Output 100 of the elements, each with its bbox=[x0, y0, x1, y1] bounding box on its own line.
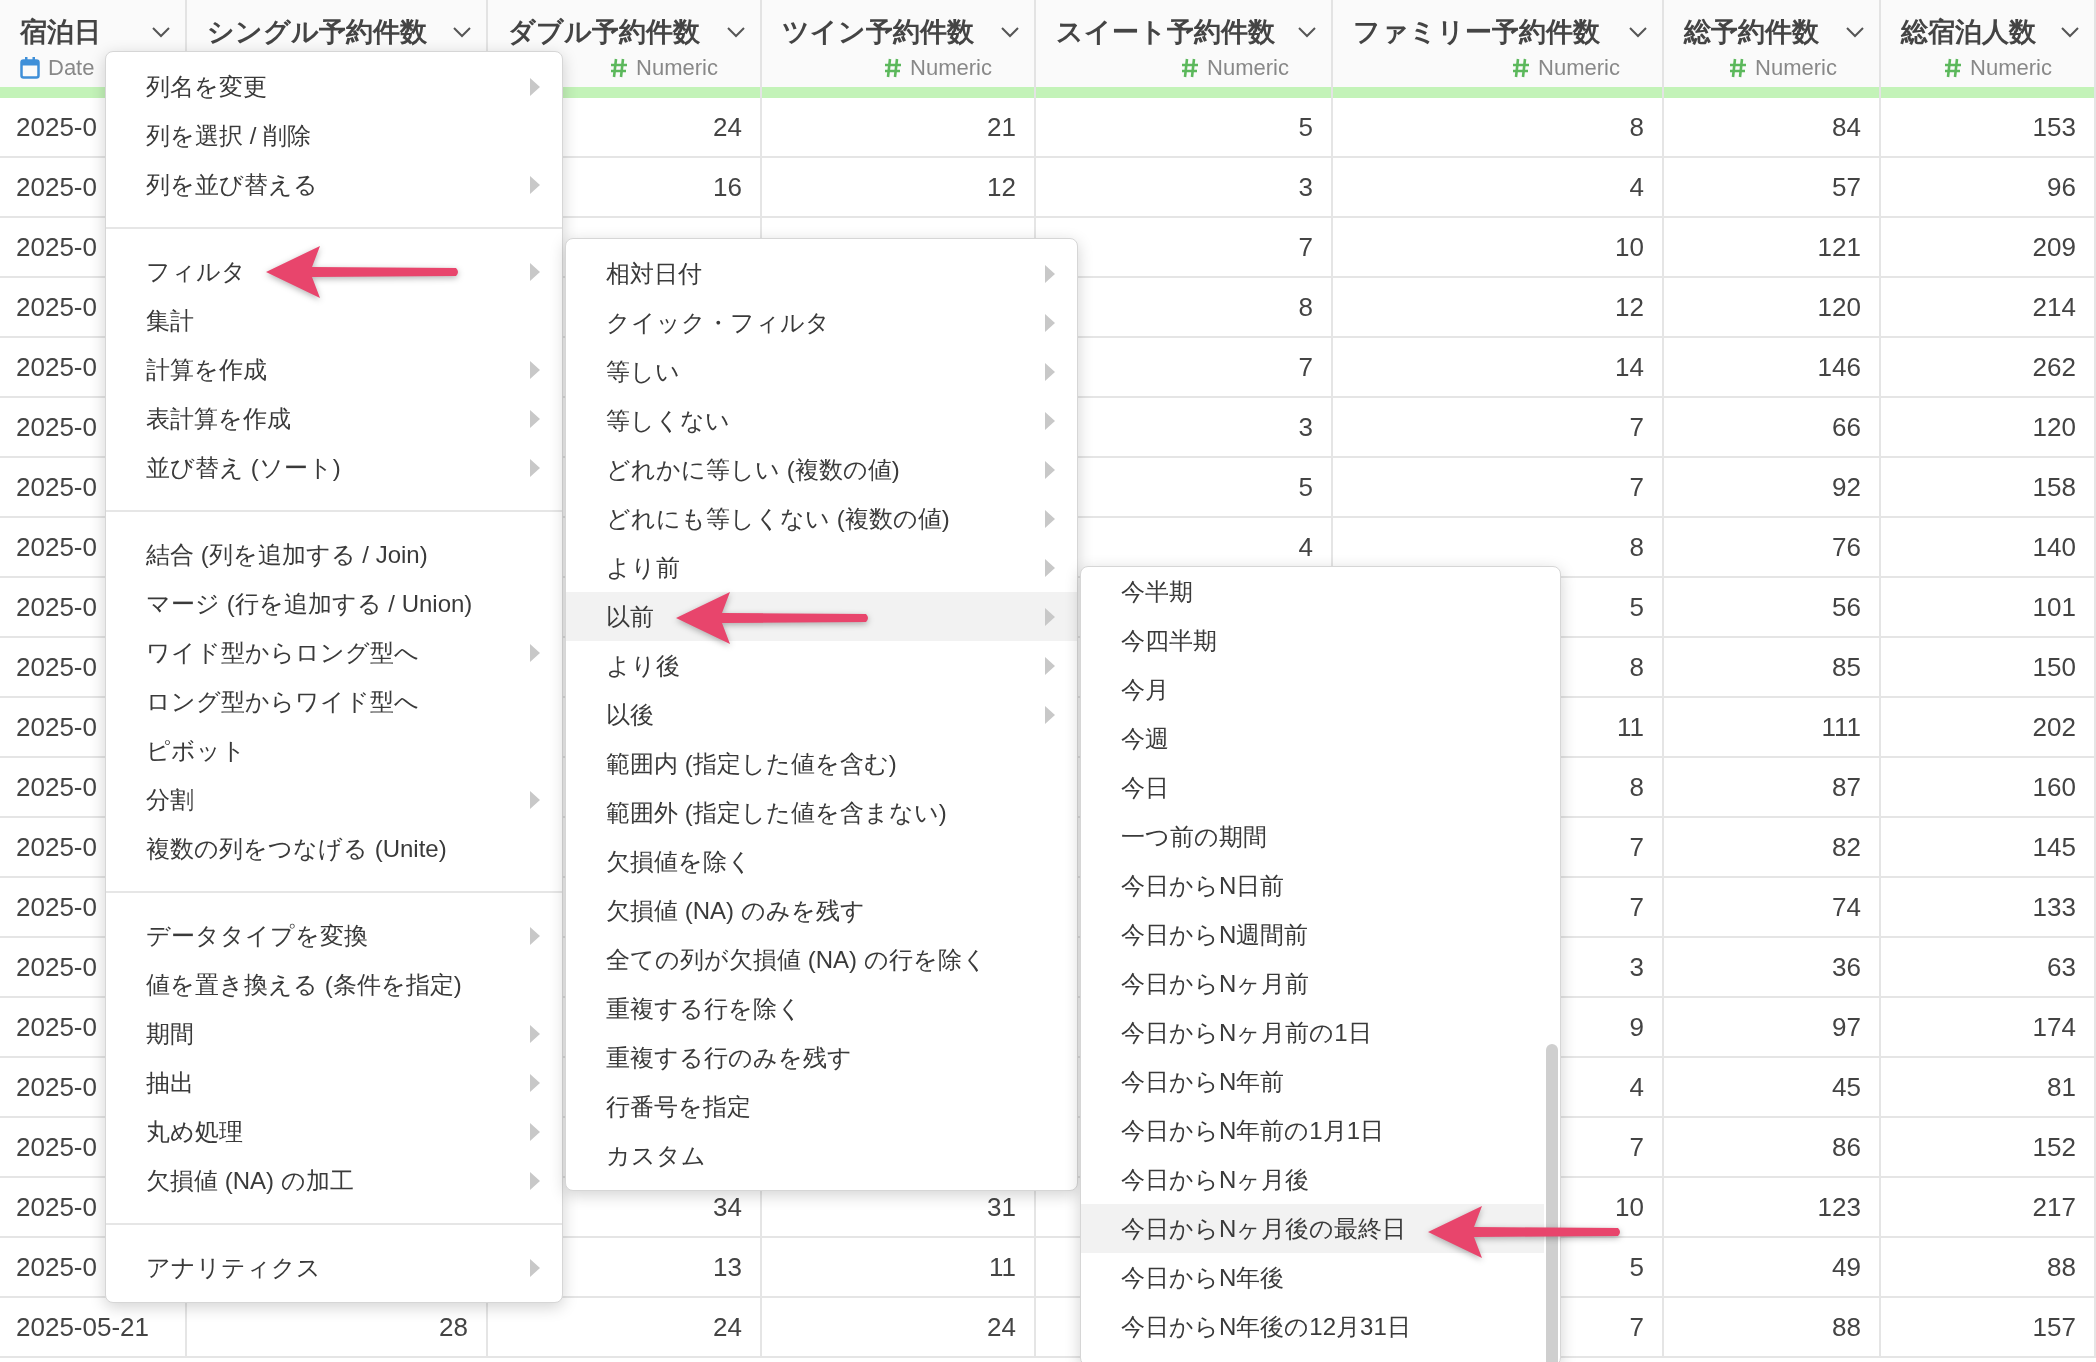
table-cell: 88 bbox=[2047, 1251, 2076, 1283]
table-cell: 146 bbox=[1817, 351, 1861, 383]
table-cell: 2025-0 bbox=[16, 951, 97, 983]
table-cell: 11 bbox=[1617, 711, 1644, 743]
table-cell: 87 bbox=[1832, 771, 1861, 803]
table-cell: 7 bbox=[1629, 411, 1644, 443]
table-cell: 8 bbox=[1298, 291, 1313, 323]
table-cell: 3 bbox=[1298, 411, 1313, 443]
table-cell: 57 bbox=[1832, 171, 1861, 203]
table-cell: 24 bbox=[713, 111, 742, 143]
table-cell: 7 bbox=[1298, 231, 1313, 263]
column-type-label: Date bbox=[48, 55, 95, 81]
table-cell: 153 bbox=[2032, 111, 2076, 143]
table-cell: 21 bbox=[987, 111, 1016, 143]
table-cell: 2025-0 bbox=[16, 891, 97, 923]
table-cell: 4 bbox=[1629, 171, 1644, 203]
table-cell: 24 bbox=[987, 1311, 1016, 1343]
table-cell: 217 bbox=[2032, 1191, 2076, 1223]
table-cell: 150 bbox=[2032, 651, 2076, 683]
table-cell: 145 bbox=[2032, 831, 2076, 863]
column-type-label: Numeric bbox=[910, 55, 992, 81]
table-cell: 81 bbox=[2047, 1071, 2076, 1103]
table-cell: 2025-0 bbox=[16, 171, 97, 203]
table-cell: 2025-0 bbox=[16, 1011, 97, 1043]
table-cell: 11 bbox=[989, 1251, 1016, 1283]
table-cell: 2025-0 bbox=[16, 771, 97, 803]
table-cell: 120 bbox=[2032, 411, 2076, 443]
table-cell: 133 bbox=[2032, 891, 2076, 923]
column-type-label: Numeric bbox=[1755, 55, 1837, 81]
table-cell: 120 bbox=[1817, 291, 1861, 323]
column-title: シングル予約件数 bbox=[207, 16, 427, 49]
table-cell: 5 bbox=[1629, 1251, 1644, 1283]
table-cell: 85 bbox=[1832, 651, 1861, 683]
table-cell: 2025-0 bbox=[16, 531, 97, 563]
table-cell: 123 bbox=[1817, 1191, 1861, 1223]
table-cell: 10 bbox=[1615, 1191, 1644, 1223]
table-cell: 13 bbox=[713, 1251, 742, 1283]
table-cell: 2025-0 bbox=[16, 471, 97, 503]
column-title: スイート予約件数 bbox=[1056, 16, 1275, 49]
table-cell: 2025-0 bbox=[16, 831, 97, 863]
table-cell: 2025-0 bbox=[16, 1071, 97, 1103]
table-cell: 202 bbox=[2032, 711, 2076, 743]
table-cell: 14 bbox=[1615, 351, 1644, 383]
table-cell: 9 bbox=[1629, 1011, 1644, 1043]
table-cell: 5 bbox=[1629, 591, 1644, 623]
table-cell: 92 bbox=[1832, 471, 1861, 503]
table-cell: 7 bbox=[1629, 891, 1644, 923]
table-cell: 82 bbox=[1832, 831, 1861, 863]
column-type-label: Numeric bbox=[1207, 55, 1289, 81]
table-cell: 2025-0 bbox=[16, 1191, 97, 1223]
table-cell: 86 bbox=[1832, 1131, 1861, 1163]
table-cell: 76 bbox=[1832, 531, 1861, 563]
table-cell: 88 bbox=[1832, 1311, 1861, 1343]
table-cell: 2025-0 bbox=[16, 291, 97, 323]
table-cell: 160 bbox=[2032, 771, 2076, 803]
table-cell: 8 bbox=[1629, 531, 1644, 563]
table-cell: 5 bbox=[1298, 111, 1313, 143]
table-cell: 56 bbox=[1832, 591, 1861, 623]
table-cell: 121 bbox=[1817, 231, 1861, 263]
column-type-label: Numeric bbox=[636, 55, 718, 81]
table-cell: 49 bbox=[1832, 1251, 1861, 1283]
table-cell: 2025-0 bbox=[16, 411, 97, 443]
table-cell: 140 bbox=[2032, 531, 2076, 563]
table-cell: 24 bbox=[713, 1311, 742, 1343]
table-cell: 209 bbox=[2032, 231, 2076, 263]
table-cell: 84 bbox=[1832, 111, 1861, 143]
table-cell: 158 bbox=[2032, 471, 2076, 503]
table-cell: 8 bbox=[1629, 111, 1644, 143]
table-cell: 4 bbox=[1298, 531, 1313, 563]
column-title: ファミリー予約件数 bbox=[1353, 16, 1600, 49]
column-title: ダブル予約件数 bbox=[508, 16, 700, 49]
table-cell: 8 bbox=[1629, 771, 1644, 803]
table-cell: 8 bbox=[1629, 651, 1644, 683]
table-cell: 4 bbox=[1629, 1071, 1644, 1103]
table-cell: 3 bbox=[1629, 951, 1644, 983]
table-cell: 97 bbox=[1832, 1011, 1861, 1043]
table-cell: 7 bbox=[1298, 351, 1313, 383]
table-cell: 2025-0 bbox=[16, 351, 97, 383]
table-cell: 7 bbox=[1629, 831, 1644, 863]
table-cell: 45 bbox=[1832, 1071, 1861, 1103]
table-cell: 2025-0 bbox=[16, 111, 97, 143]
table-cell: 174 bbox=[2032, 1011, 2076, 1043]
table-cell: 3 bbox=[1298, 171, 1313, 203]
table-cell: 34 bbox=[713, 1191, 742, 1223]
table-cell: 12 bbox=[987, 171, 1016, 203]
table-cell: 63 bbox=[2047, 951, 2076, 983]
table-cell: 16 bbox=[713, 171, 742, 203]
table-cell: 7 bbox=[1629, 1131, 1644, 1163]
table-cell: 157 bbox=[2032, 1311, 2076, 1343]
table-cell: 74 bbox=[1832, 891, 1861, 923]
table-cell: 2025-0 bbox=[16, 711, 97, 743]
table-cell: 2025-0 bbox=[16, 231, 97, 263]
table-cell: 66 bbox=[1832, 411, 1861, 443]
column-title: 総予約件数 bbox=[1684, 16, 1819, 49]
table-cell: 2025-0 bbox=[16, 591, 97, 623]
table-cell: 2025-0 bbox=[16, 1131, 97, 1163]
table-cell: 7 bbox=[1629, 1311, 1644, 1343]
table-cell: 10 bbox=[1615, 231, 1644, 263]
table-cell: 2025-05-21 bbox=[16, 1311, 149, 1343]
table-cell: 2025-0 bbox=[16, 651, 97, 683]
